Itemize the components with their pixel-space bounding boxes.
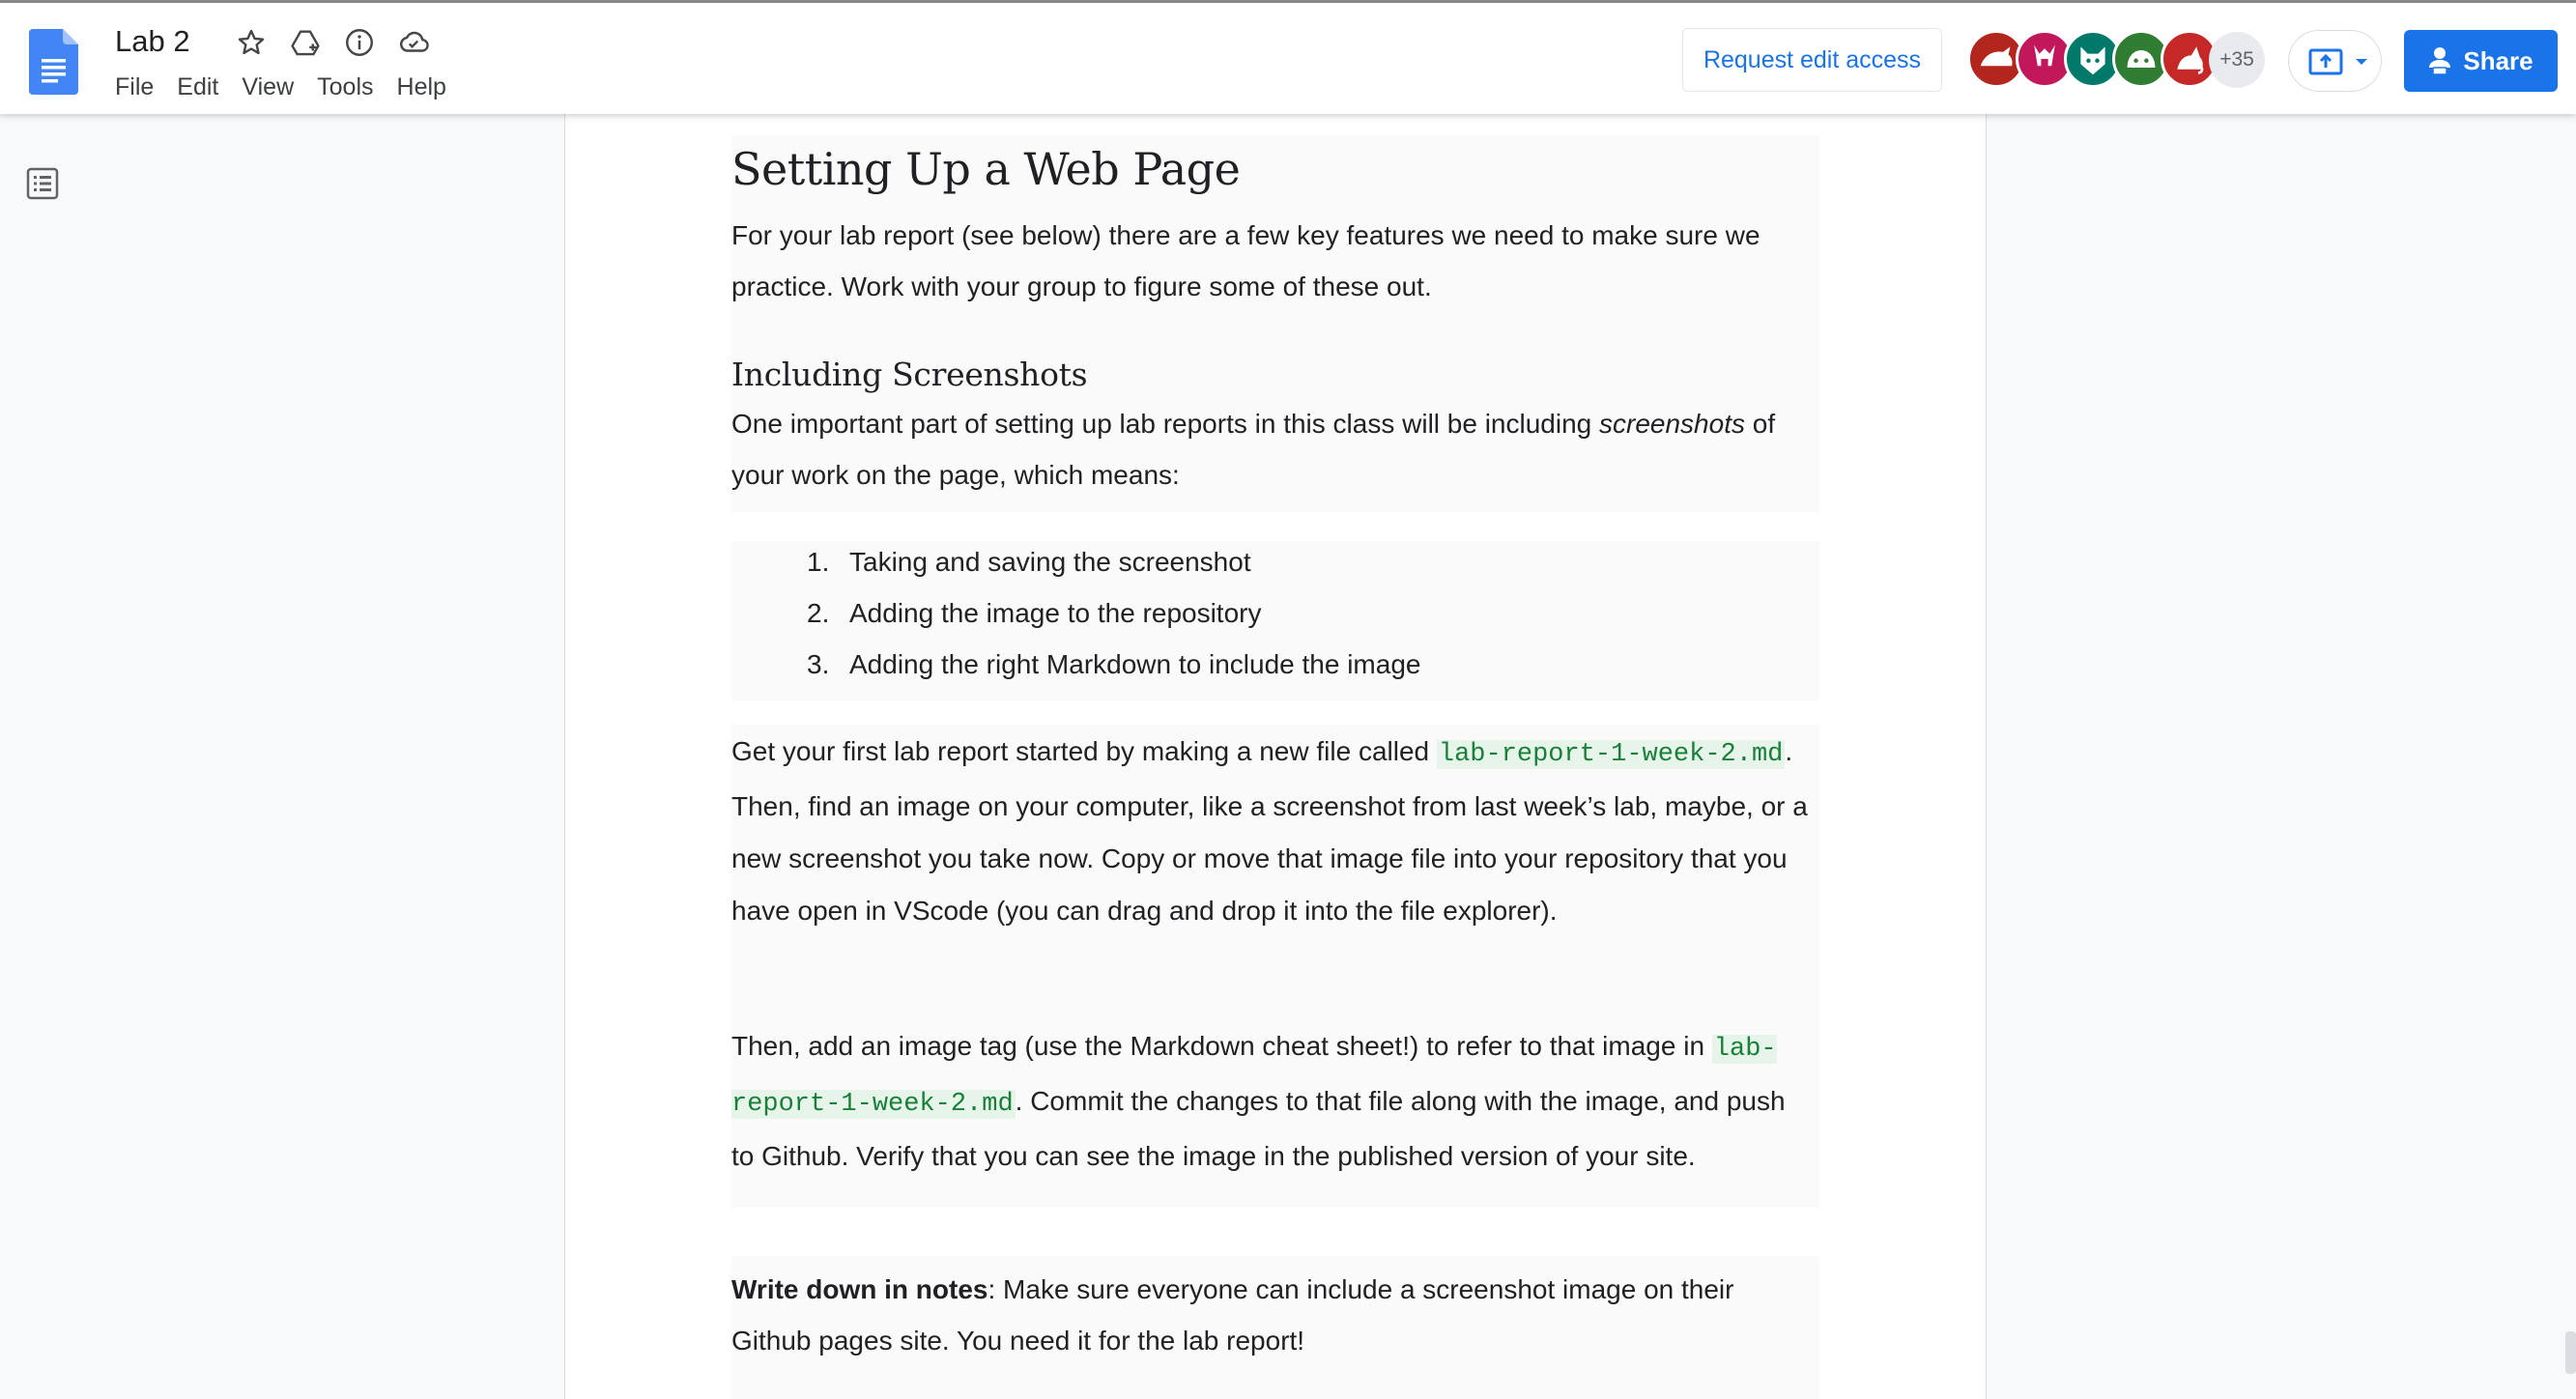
person-lock-icon bbox=[2429, 47, 2451, 75]
menu-bar: File Edit View Tools Help bbox=[115, 73, 470, 101]
star-icon[interactable] bbox=[235, 26, 268, 59]
document-outline-icon[interactable] bbox=[25, 166, 60, 201]
more-collaborators-badge[interactable]: +35 bbox=[2209, 32, 2265, 88]
menu-file[interactable]: File bbox=[115, 73, 154, 101]
screenshots-paragraph: One important part of setting up lab rep… bbox=[731, 409, 1776, 490]
filename-code: lab-report-1-week-2.md bbox=[1436, 740, 1786, 769]
menu-help[interactable]: Help bbox=[397, 73, 446, 101]
menu-tools[interactable]: Tools bbox=[317, 73, 373, 101]
document-title[interactable]: Lab 2 bbox=[115, 24, 190, 59]
intro-paragraph: For your lab report (see below) there ar… bbox=[731, 220, 1760, 301]
screenshot-steps-list: 1. Taking and saving the screenshot 2. Add… bbox=[807, 536, 1420, 690]
share-label: Share bbox=[2463, 45, 2533, 75]
heading-including-screenshots: Including Screenshots bbox=[731, 356, 1088, 393]
notes-paragraph: Write down in notes: Make sure everyone … bbox=[731, 1274, 1734, 1356]
google-docs-logo-icon[interactable] bbox=[29, 29, 78, 95]
request-edit-access-button[interactable]: Request edit access bbox=[1682, 28, 1942, 92]
image-tag-paragraph: Then, add an image tag (use the Markdown… bbox=[731, 1031, 1786, 1171]
scrollbar-thumb[interactable] bbox=[2565, 1331, 2576, 1374]
info-icon[interactable] bbox=[343, 26, 376, 59]
list-item: 3. Adding the right Markdown to include t… bbox=[807, 649, 1421, 679]
move-to-drive-icon[interactable] bbox=[289, 26, 322, 59]
chevron-down-icon bbox=[2356, 59, 2367, 65]
lab-report-paragraph: Get your first lab report started by mak… bbox=[731, 736, 1808, 926]
share-button[interactable]: Share bbox=[2404, 30, 2558, 92]
present-button[interactable] bbox=[2288, 30, 2382, 92]
docs-header: Lab 2 File Edit View Tools Help Request … bbox=[0, 3, 2576, 114]
cloud-saved-icon[interactable] bbox=[397, 26, 430, 59]
heading-setting-up-web-page: Setting Up a Web Page bbox=[731, 143, 1241, 195]
menu-edit[interactable]: Edit bbox=[177, 73, 218, 101]
menu-view[interactable]: View bbox=[242, 73, 294, 101]
present-icon bbox=[2308, 48, 2343, 75]
list-item: 1. Taking and saving the screenshot bbox=[807, 547, 1251, 577]
list-item: 2. Adding the image to the repository bbox=[807, 598, 1262, 628]
